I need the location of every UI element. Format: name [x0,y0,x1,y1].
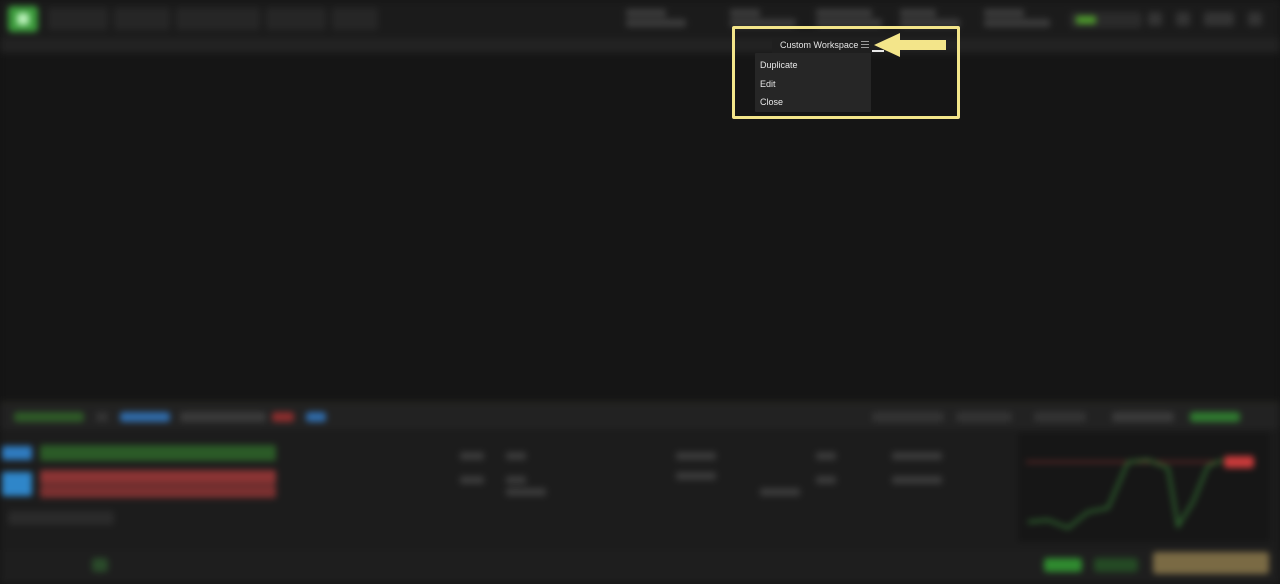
top-nav-item[interactable] [332,8,378,30]
workspace-tab[interactable] [244,38,296,53]
grid-cell [460,452,484,460]
order-panel-toolbar [0,405,1280,429]
toolbar-chip[interactable] [872,412,944,422]
quote-readout [816,9,886,27]
top-nav-item[interactable] [266,8,326,30]
buy-button[interactable] [2,446,32,460]
workspace-tab[interactable] [0,38,98,53]
workspace-tab[interactable] [334,38,404,53]
workspace-tab[interactable] [614,38,686,53]
quote-readout [900,9,964,27]
toolbar-chip[interactable] [272,412,294,422]
status-chip[interactable] [1044,558,1082,572]
status-chip[interactable] [1094,558,1138,572]
toolbar-chip[interactable] [14,412,84,422]
top-nav [48,8,378,30]
grid-cell [676,452,716,460]
grid-cell [816,476,836,484]
window-icon[interactable] [1176,12,1190,26]
top-nav-item[interactable] [48,8,108,30]
bid-row[interactable] [40,445,276,461]
status-bar [0,550,1280,584]
quote-readout [984,9,1054,27]
grid-cell [506,452,526,460]
toolbar-chip[interactable] [96,412,108,422]
left-arrow-icon [874,33,946,57]
grid-cell [892,452,942,460]
window-icon[interactable] [1148,12,1162,26]
window-icon[interactable] [1248,12,1262,26]
quote-readout [626,9,690,27]
status-action-button[interactable] [1153,552,1269,574]
workspace-tab[interactable] [486,38,542,53]
workspace-tab[interactable] [542,38,614,53]
mini-chart-svg [1026,456,1254,530]
grid-cell [676,472,716,480]
quote-readout [730,9,800,27]
price-tag [1224,456,1254,468]
workspace-tab-bar [0,38,1280,53]
grid-cell [460,476,484,484]
status-chip[interactable] [92,558,108,572]
toolbar-chip[interactable] [1112,412,1174,422]
buy-button[interactable] [2,472,32,496]
price-series [1027,458,1224,530]
ask-row[interactable] [40,470,276,484]
toolbar-chip[interactable] [180,412,266,422]
toolbar-chip[interactable] [306,412,326,422]
grid-cell [816,452,836,460]
app-logo [8,6,38,32]
workspace-tab[interactable] [98,38,196,53]
workspace-tab[interactable] [404,38,446,53]
workspace-canvas[interactable] [0,53,1280,402]
grid-cell [892,476,942,484]
workspace-tab[interactable] [296,38,334,53]
window-controls [1148,12,1262,26]
grid-cell [760,488,800,496]
add-order-button[interactable] [8,511,114,525]
toolbar-chip[interactable] [120,412,170,422]
order-grid [460,446,1020,498]
toolbar-chip[interactable] [1034,412,1086,422]
toolbar-chip[interactable] [956,412,1012,422]
grid-cell [506,488,546,496]
window-icon[interactable] [1204,12,1234,26]
top-nav-item[interactable] [114,8,170,30]
ask-row[interactable] [40,485,276,498]
market-status [1070,12,1142,28]
workspace-tab[interactable] [446,38,486,53]
mini-price-chart[interactable] [1018,432,1270,542]
top-bar [0,0,1280,38]
grid-cell [506,476,526,484]
workspace-tab[interactable] [196,38,244,53]
top-nav-item[interactable] [176,8,260,30]
toolbar-chip[interactable] [1190,412,1240,422]
